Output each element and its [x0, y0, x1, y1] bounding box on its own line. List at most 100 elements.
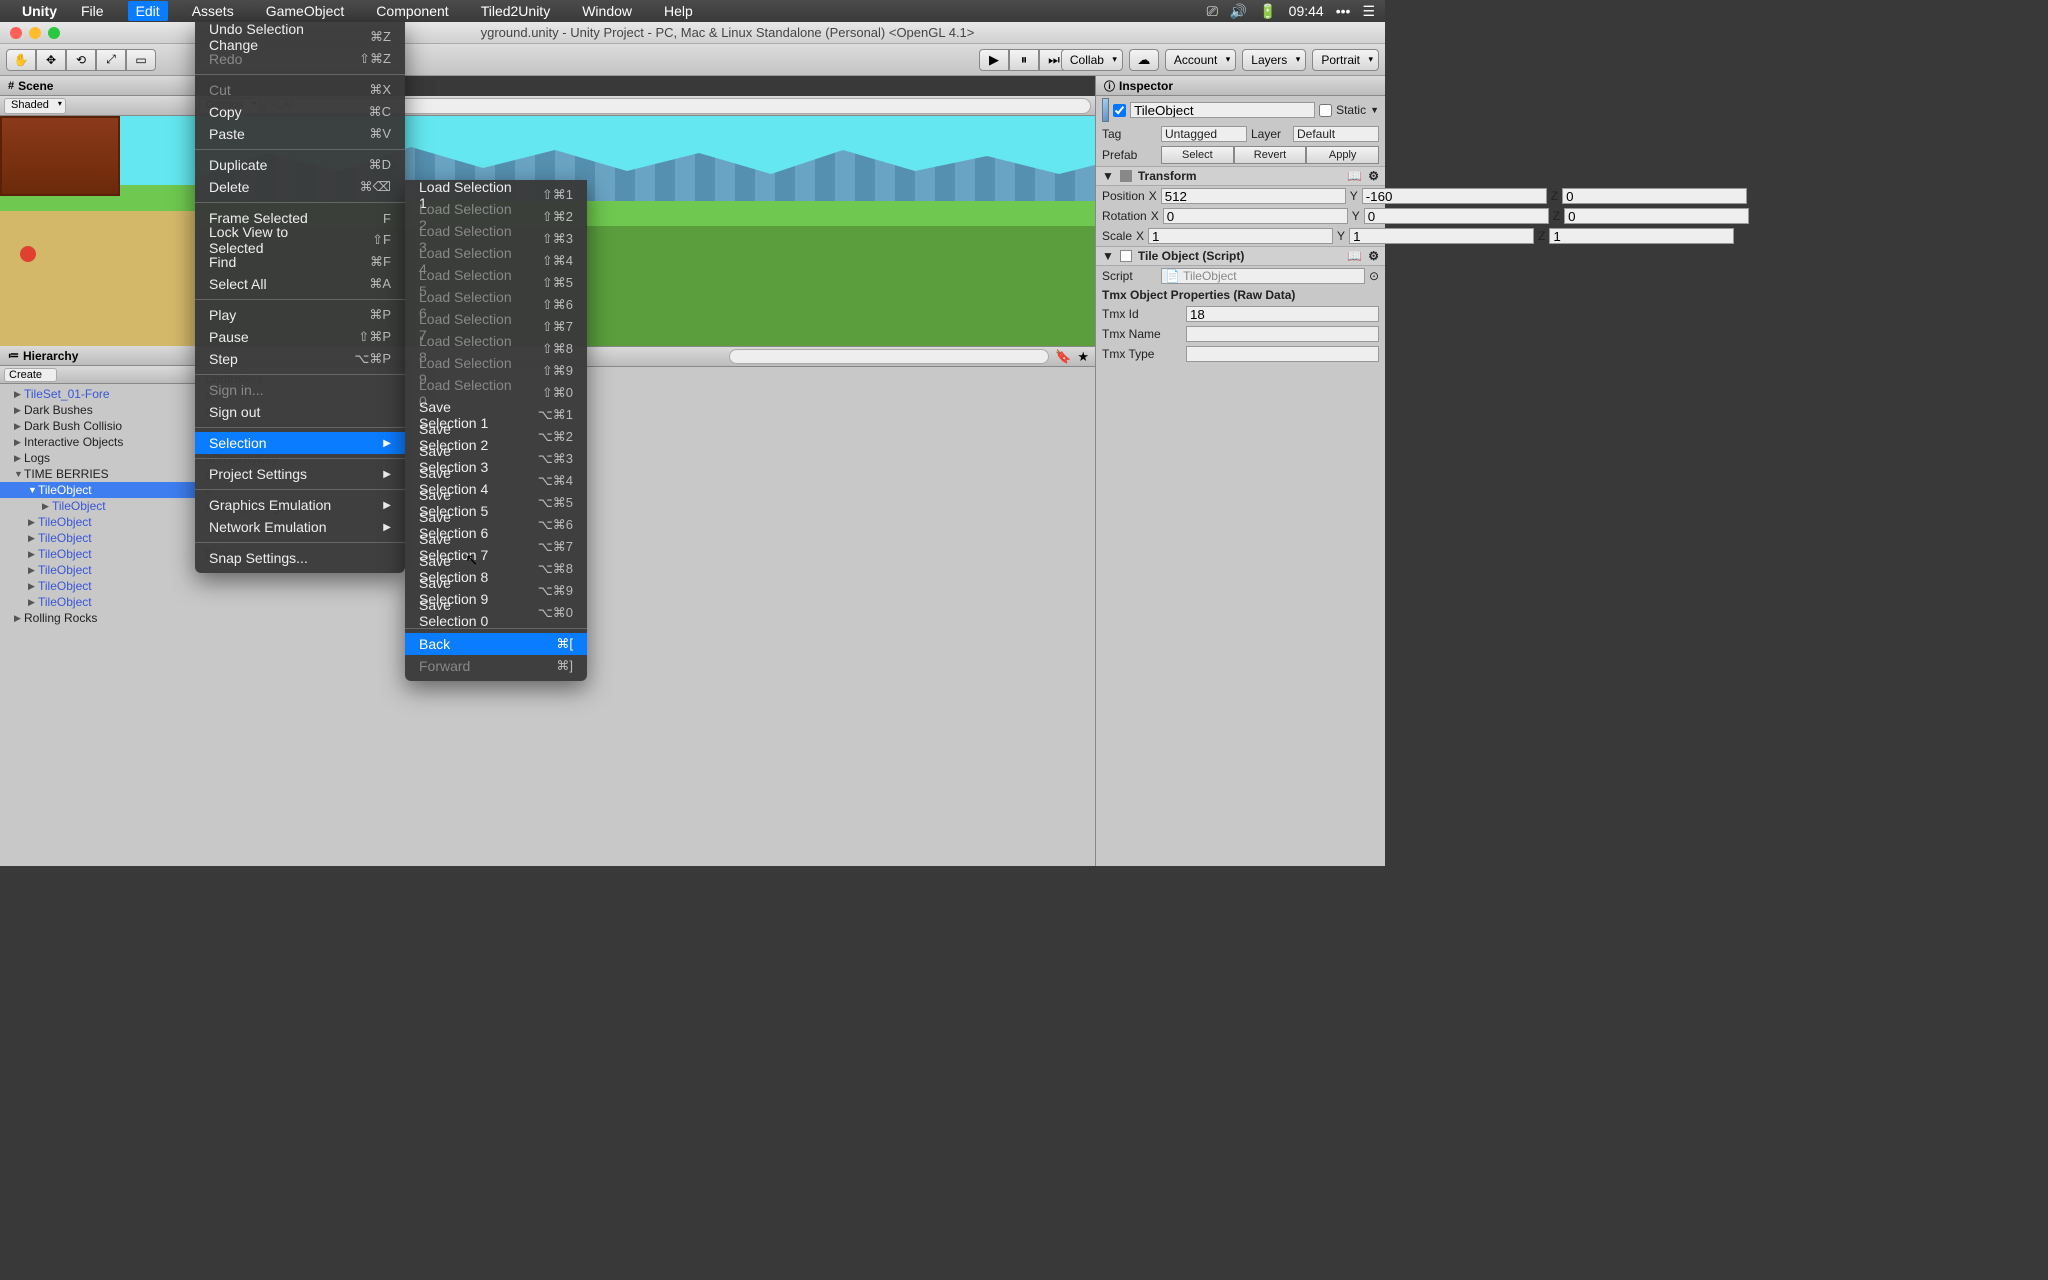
hierarchy-create-dropdown[interactable]: Create	[4, 368, 57, 382]
menu-item-lock-view-to-selected[interactable]: Lock View to Selected⇧F	[195, 229, 405, 251]
menu-item-paste[interactable]: Paste⌘V	[195, 123, 405, 145]
maximize-window-button[interactable]	[48, 27, 60, 39]
inspector-tab[interactable]: ⓘInspector	[1096, 76, 1385, 96]
minimize-window-button[interactable]	[29, 27, 41, 39]
hierarchy-item[interactable]: ▶TileObject	[0, 514, 195, 530]
layout-dropdown[interactable]: Portrait	[1312, 49, 1379, 71]
prefab-apply-button[interactable]: Apply	[1306, 146, 1379, 164]
rot-y-input[interactable]	[1364, 208, 1549, 224]
scale-tool-button[interactable]: ⤢	[96, 49, 126, 71]
scene-view[interactable]	[0, 116, 195, 346]
menu-item-delete[interactable]: Delete⌘⌫	[195, 176, 405, 198]
app-name[interactable]: Unity	[22, 3, 57, 19]
menu-file[interactable]: File	[73, 1, 112, 21]
tmx-id-input[interactable]	[1186, 306, 1379, 322]
hierarchy-item[interactable]: ▶Interactive Objects	[0, 434, 195, 450]
transform-header[interactable]: ▼ Transform📖⚙	[1096, 166, 1385, 186]
menu-item-graphics-emulation[interactable]: Graphics Emulation▶	[195, 494, 405, 516]
scene-tab[interactable]: #Scene	[0, 76, 195, 96]
tmx-name-input[interactable]	[1186, 326, 1379, 342]
layer-dropdown[interactable]: Default	[1293, 126, 1379, 142]
menu-component[interactable]: Component	[368, 1, 456, 21]
menu-window[interactable]: Window	[574, 1, 640, 21]
hierarchy-item[interactable]: ▶TileSet_01-Fore	[0, 386, 195, 402]
cloud-button[interactable]: ☁	[1129, 49, 1159, 71]
close-window-button[interactable]	[10, 27, 22, 39]
prefab-select-button[interactable]: Select	[1161, 146, 1234, 164]
scale-z-input[interactable]	[1549, 228, 1734, 244]
collab-dropdown[interactable]: Collab	[1061, 49, 1123, 71]
menu-item-sign-out[interactable]: Sign out	[195, 401, 405, 423]
scale-x-input[interactable]	[1148, 228, 1333, 244]
hierarchy-tab[interactable]: ≔Hierarchy	[0, 346, 195, 366]
menu-item-copy[interactable]: Copy⌘C	[195, 101, 405, 123]
move-tool-button[interactable]: ✥	[36, 49, 66, 71]
object-picker-icon[interactable]: ⊙	[1369, 269, 1379, 283]
hierarchy-item[interactable]: ▶Rolling Rocks	[0, 610, 195, 626]
menu-item-duplicate[interactable]: Duplicate⌘D	[195, 154, 405, 176]
layers-dropdown[interactable]: Layers	[1242, 49, 1306, 71]
camera-icon[interactable]: ⎚	[1207, 3, 1218, 20]
component-gear-icon[interactable]: ⚙	[1368, 249, 1379, 263]
static-checkbox[interactable]	[1319, 104, 1332, 117]
hierarchy-item[interactable]: ▶TileObject	[0, 594, 195, 610]
gameobject-name-input[interactable]	[1130, 102, 1315, 118]
menu-edit[interactable]: Edit	[128, 1, 168, 21]
menu-item-back[interactable]: Back⌘[	[405, 633, 587, 655]
script-field[interactable]: 📄 TileObject	[1161, 268, 1365, 284]
project-search-input[interactable]	[729, 349, 1049, 364]
component-help-icon[interactable]: 📖	[1347, 169, 1362, 183]
prefab-revert-button[interactable]: Revert	[1234, 146, 1307, 164]
gameobject-active-checkbox[interactable]	[1113, 104, 1126, 117]
pos-y-input[interactable]	[1362, 188, 1547, 204]
menu-item-snap-settings-[interactable]: Snap Settings...	[195, 547, 405, 569]
account-dropdown[interactable]: Account	[1165, 49, 1236, 71]
overflow-icon[interactable]: •••	[1336, 3, 1351, 19]
hand-tool-button[interactable]: ✋	[6, 49, 36, 71]
tag-dropdown[interactable]: Untagged	[1161, 126, 1247, 142]
play-button[interactable]: ▶	[979, 49, 1009, 71]
menu-item-play[interactable]: Play⌘P	[195, 304, 405, 326]
list-icon[interactable]: ☰	[1362, 3, 1375, 20]
rotate-tool-button[interactable]: ⟲	[66, 49, 96, 71]
hierarchy-item[interactable]: ▶TileObject	[0, 498, 195, 514]
menu-item-pause[interactable]: Pause⇧⌘P	[195, 326, 405, 348]
hierarchy-item[interactable]: ▶TileObject	[0, 530, 195, 546]
rect-tool-button[interactable]: ▭	[126, 49, 156, 71]
hierarchy-list[interactable]: ▶TileSet_01-Fore▶Dark Bushes▶Dark Bush C…	[0, 384, 195, 866]
menu-gameobject[interactable]: GameObject	[258, 1, 353, 21]
hierarchy-item[interactable]: ▶TileObject	[0, 578, 195, 594]
pos-x-input[interactable]	[1161, 188, 1346, 204]
battery-icon[interactable]: 🔋	[1259, 3, 1276, 20]
hierarchy-item[interactable]: ▶Logs	[0, 450, 195, 466]
tmx-type-input[interactable]	[1186, 346, 1379, 362]
hierarchy-item[interactable]: ▼TIME BERRIES	[0, 466, 195, 482]
pos-z-input[interactable]	[1562, 188, 1747, 204]
menu-item-select-all[interactable]: Select All⌘A	[195, 273, 405, 295]
hierarchy-item[interactable]: ▶Dark Bushes	[0, 402, 195, 418]
pause-button[interactable]: ⏸	[1009, 49, 1039, 71]
filter-icon[interactable]: 🔖	[1055, 349, 1071, 365]
scale-y-input[interactable]	[1349, 228, 1534, 244]
hierarchy-item[interactable]: ▶TileObject	[0, 546, 195, 562]
menu-tiled2unity[interactable]: Tiled2Unity	[473, 1, 559, 21]
clock[interactable]: 09:44	[1289, 3, 1324, 19]
menu-item-project-settings[interactable]: Project Settings▶	[195, 463, 405, 485]
menu-item-network-emulation[interactable]: Network Emulation▶	[195, 516, 405, 538]
menu-help[interactable]: Help	[656, 1, 701, 21]
menu-item-selection[interactable]: Selection▶	[195, 432, 405, 454]
hierarchy-item[interactable]: ▼TileObject	[0, 482, 195, 498]
rot-z-input[interactable]	[1564, 208, 1749, 224]
menu-item-step[interactable]: Step⌥⌘P	[195, 348, 405, 370]
volume-icon[interactable]: 🔊	[1230, 3, 1247, 20]
rot-x-input[interactable]	[1163, 208, 1348, 224]
script-header[interactable]: ▼ Tile Object (Script)📖⚙	[1096, 246, 1385, 266]
menu-assets[interactable]: Assets	[184, 1, 242, 21]
component-help-icon[interactable]: 📖	[1347, 249, 1362, 263]
menu-item-save-selection-0[interactable]: Save Selection 0⌥⌘0	[405, 602, 587, 624]
hierarchy-item[interactable]: ▶Dark Bush Collisio	[0, 418, 195, 434]
shading-dropdown[interactable]: Shaded	[4, 98, 66, 114]
star-icon[interactable]: ★	[1077, 349, 1089, 365]
menu-item-undo-selection-change[interactable]: Undo Selection Change⌘Z	[195, 26, 405, 48]
component-gear-icon[interactable]: ⚙	[1368, 169, 1379, 183]
